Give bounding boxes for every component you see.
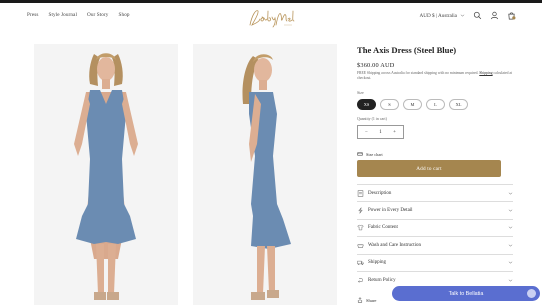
- accordion-label: Shipping: [368, 260, 387, 266]
- product-price: $360.00 AUD: [357, 62, 395, 69]
- chat-label: Talk to Bellatia: [448, 290, 484, 297]
- chat-widget[interactable]: Talk to Bellatia: [392, 286, 540, 301]
- chat-minimize-icon[interactable]: [527, 289, 536, 298]
- quantity-increase-button[interactable]: +: [393, 130, 396, 135]
- accordion-label: Fabric Content: [368, 225, 398, 231]
- description-icon: [357, 190, 364, 197]
- brand-logo[interactable]: [240, 5, 300, 31]
- size-option-xs[interactable]: XS: [357, 99, 376, 110]
- chevron-down-icon: [460, 14, 465, 17]
- quantity-value[interactable]: 1: [379, 130, 382, 135]
- power-icon: [358, 207, 363, 214]
- accordion-label: Description: [368, 190, 392, 196]
- care-icon: [357, 244, 364, 248]
- accordion-item-shipping[interactable]: Shipping: [357, 253, 513, 271]
- accordion-item-fabric[interactable]: Fabric Content: [357, 218, 513, 236]
- size-selector: XS S M L XL: [357, 99, 468, 110]
- accordion-item-power[interactable]: Power in Every Detail: [357, 201, 513, 218]
- shipping-note: FREE Shipping across Australia for stand…: [357, 71, 517, 81]
- cart-icon[interactable]: [507, 11, 516, 20]
- header-utilities: AUD $ | Australia: [420, 11, 517, 20]
- fabric-icon: [357, 225, 364, 231]
- truck-icon: [357, 261, 364, 266]
- chevron-down-icon: [508, 244, 513, 247]
- locale-selector[interactable]: AUD $ | Australia: [420, 13, 466, 19]
- accordion-label: Power in Every Detail: [368, 208, 413, 214]
- site-header: Press Style Journal Our Story Shop AUD $…: [0, 3, 542, 29]
- model-front-illustration: [34, 44, 178, 305]
- product-title: The Axis Dress (Steel Blue): [357, 45, 457, 55]
- return-icon: [358, 278, 363, 283]
- nav-item-our-story[interactable]: Our Story: [87, 12, 109, 18]
- size-option-xl[interactable]: XL: [449, 99, 468, 110]
- nav-item-style-journal[interactable]: Style Journal: [48, 12, 77, 18]
- size-option-l[interactable]: L: [426, 99, 445, 110]
- size-label: Size: [357, 91, 364, 95]
- ruler-icon: [357, 152, 363, 156]
- product-accordion: Description Power in Every Detail Fabric…: [357, 184, 513, 288]
- size-option-m[interactable]: M: [403, 99, 422, 110]
- chevron-down-icon: [508, 261, 513, 264]
- shipping-link[interactable]: Shipping: [479, 71, 492, 75]
- share-button[interactable]: Share: [357, 297, 376, 303]
- share-icon: [357, 297, 363, 303]
- accordion-item-care[interactable]: Wash and Care Instruction: [357, 236, 513, 253]
- chevron-down-icon: [508, 227, 513, 230]
- nav-item-shop[interactable]: Shop: [119, 12, 130, 18]
- shipping-text-1: FREE Shipping across Australia for stand…: [357, 71, 479, 75]
- accordion-item-description[interactable]: Description: [357, 184, 513, 201]
- model-side-illustration: [193, 44, 337, 305]
- accordion-label: Wash and Care Instruction: [368, 242, 422, 248]
- add-to-cart-button[interactable]: Add to cart: [357, 160, 501, 177]
- size-chart-label: Size chart: [366, 151, 383, 157]
- quantity-decrease-button[interactable]: −: [365, 130, 368, 135]
- size-chart-link[interactable]: Size chart: [357, 151, 383, 157]
- quantity-stepper: − 1 +: [357, 125, 404, 139]
- chevron-down-icon: [508, 209, 513, 212]
- chevron-down-icon: [508, 192, 513, 195]
- account-icon[interactable]: [490, 11, 499, 20]
- search-icon[interactable]: [473, 11, 482, 20]
- quantity-label: Quantity (1 in cart): [357, 117, 387, 121]
- product-image-side[interactable]: [193, 44, 337, 305]
- main-nav: Press Style Journal Our Story Shop: [27, 12, 130, 18]
- chevron-down-icon: [508, 279, 513, 282]
- locale-label: AUD $ | Australia: [419, 12, 458, 19]
- nav-item-press[interactable]: Press: [27, 12, 38, 18]
- size-option-s[interactable]: S: [380, 99, 399, 110]
- accordion-label: Return Policy: [368, 277, 396, 283]
- product-image-front[interactable]: [34, 44, 178, 305]
- share-label: Share: [366, 297, 377, 303]
